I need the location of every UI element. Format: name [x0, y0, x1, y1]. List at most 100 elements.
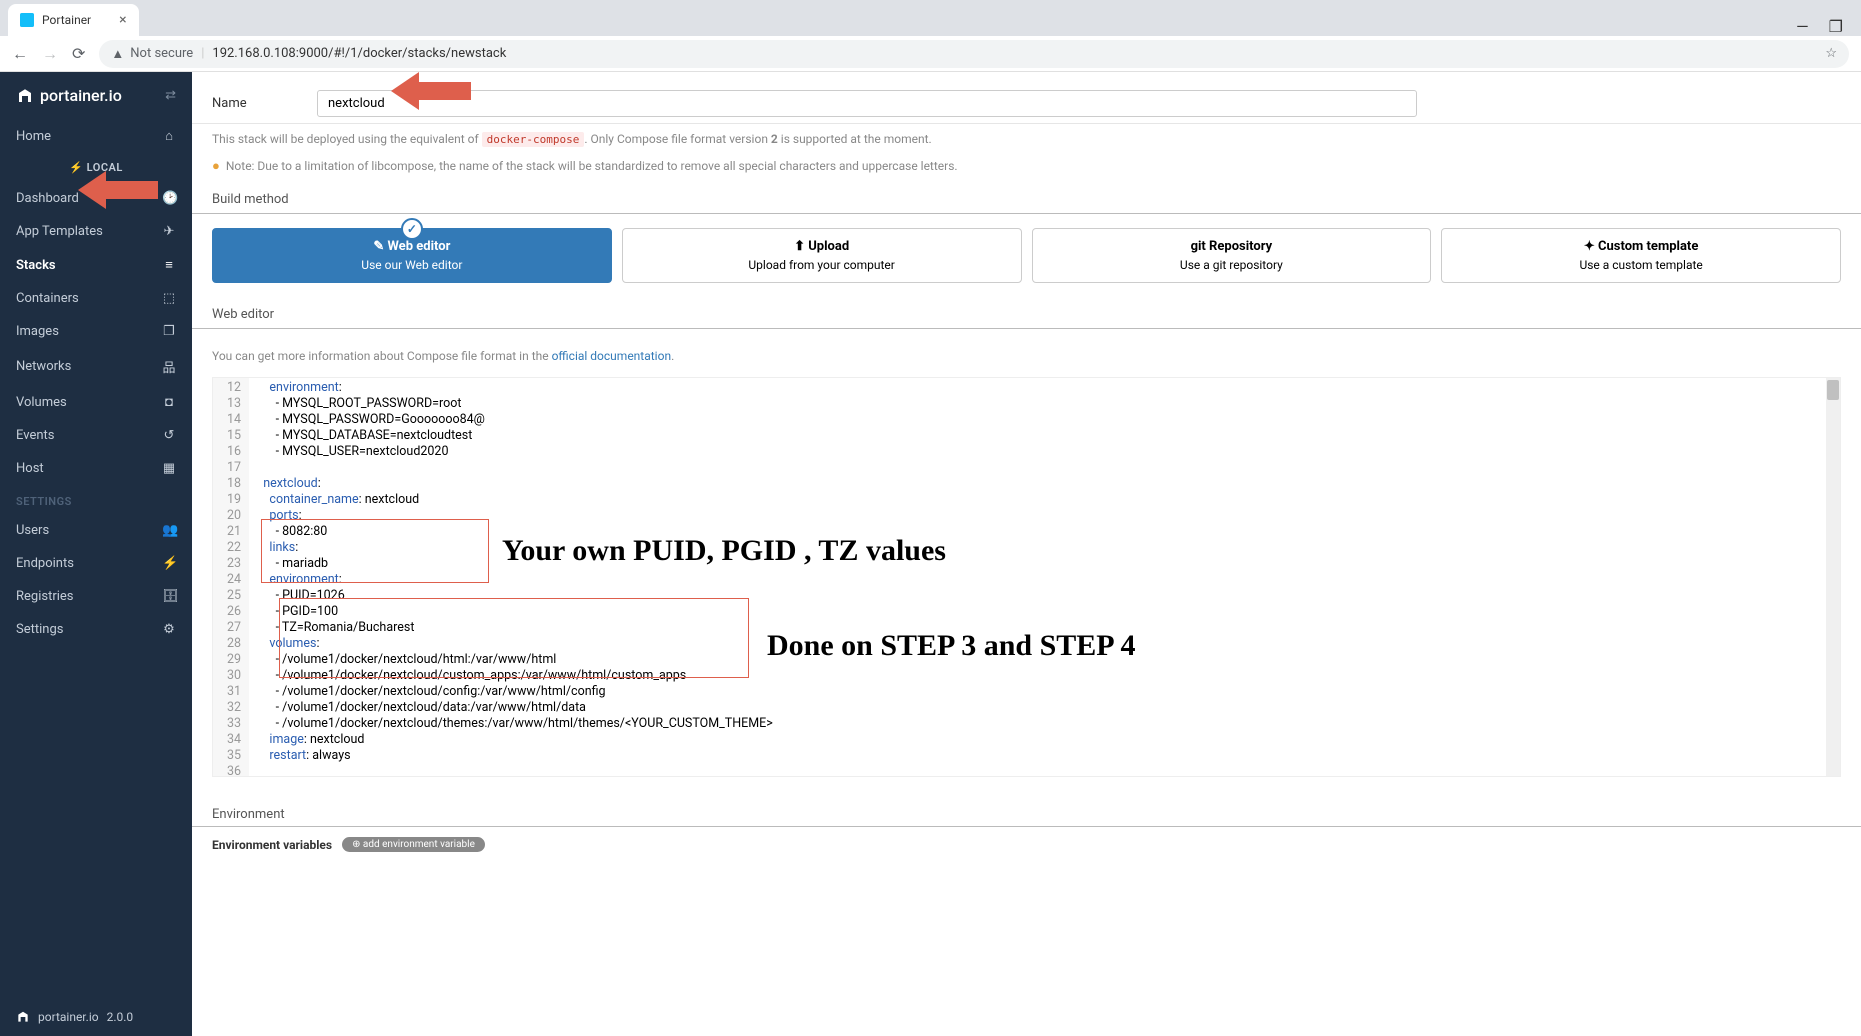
add-env-variable-button[interactable]: ⊕ add environment variable: [342, 837, 485, 852]
sidebar-item-volumes[interactable]: Volumes ◘: [0, 385, 192, 419]
docker-compose-code: docker-compose: [482, 132, 585, 147]
sidebar-item-home[interactable]: Home ⌂: [0, 119, 192, 153]
sidebar: portainer.io ⇄ Home⌂ ⚡ LOCAL Dashboard🕑A…: [0, 72, 192, 1036]
editor-scrollbar[interactable]: [1826, 378, 1840, 776]
sidebar-item-label: Registries: [16, 589, 74, 604]
th-icon: ▦: [162, 461, 176, 476]
limitation-note: ● Note: Due to a limitation of libcompos…: [192, 154, 1861, 186]
sidebar-item-host[interactable]: Host ▦: [0, 452, 192, 485]
build-method-custom-template[interactable]: ✦ Custom templateUse a custom template: [1441, 228, 1841, 283]
sidebar-item-events[interactable]: Events ↺: [0, 419, 192, 452]
minimize-icon[interactable]: —: [1796, 17, 1809, 36]
official-docs-link[interactable]: official documentation: [552, 349, 672, 363]
check-icon: ✓: [401, 218, 423, 240]
method-subtitle: Use a custom template: [1452, 258, 1830, 272]
hdd-icon: ◘: [162, 394, 176, 410]
brand-text: portainer.io: [40, 86, 122, 105]
users-icon: 👥: [162, 523, 176, 538]
annotation-steps: Done on STEP 3 and STEP 4: [767, 629, 1135, 663]
cogs-icon: ⚙: [162, 622, 176, 637]
annotation-puid: Your own PUID, PGID , TZ values: [502, 534, 946, 568]
browser-tab[interactable]: Portainer ×: [8, 4, 139, 36]
warning-icon: ●: [212, 158, 220, 174]
plug-icon: ⚡: [162, 556, 176, 571]
sidebar-item-label: Stacks: [16, 258, 56, 273]
footer-brand: portainer.io: [38, 1010, 99, 1024]
sidebar-item-label: Host: [16, 461, 44, 476]
sidebar-item-label: Events: [16, 428, 54, 443]
warning-icon: ▲: [111, 46, 124, 62]
annotation-arrow-stacks: [78, 169, 158, 211]
main-content: Name This stack will be deployed using t…: [192, 72, 1861, 1036]
line-gutter: 1213141516171819202122232425262728293031…: [213, 378, 249, 776]
address-bar[interactable]: ▲ Not secure | 192.168.0.108:9000/#!/1/d…: [99, 40, 1849, 68]
forward-icon[interactable]: →: [42, 44, 58, 64]
code-content[interactable]: environment: - MYSQL_ROOT_PASSWORD=root …: [249, 378, 1840, 776]
cubes-icon: ⬚: [162, 291, 176, 306]
footer-version: 2.0.0: [107, 1010, 134, 1024]
build-method-header: Build method: [192, 186, 1861, 214]
back-icon[interactable]: ←: [12, 44, 28, 64]
stack-icon: ≡: [162, 257, 176, 273]
security-indicator[interactable]: ▲ Not secure: [111, 46, 193, 62]
sidebar-item-endpoints[interactable]: Endpoints⚡: [0, 547, 192, 580]
sidebar-footer: portainer.io 2.0.0: [0, 998, 192, 1036]
method-subtitle: Use a git repository: [1043, 258, 1421, 272]
sidebar-item-app-templates[interactable]: App Templates ✈: [0, 215, 192, 248]
build-method-web-editor[interactable]: ✓✎ Web editorUse our Web editor: [212, 228, 612, 283]
bookmark-star-icon[interactable]: ☆: [1825, 46, 1837, 61]
history-icon: ↺: [162, 428, 176, 443]
sidebar-item-label: Images: [16, 324, 59, 339]
stack-name-input[interactable]: [317, 90, 1417, 117]
method-title: ⬆ Upload: [633, 239, 1011, 254]
sidebar-item-registries[interactable]: Registries 🗄: [0, 580, 192, 613]
sidebar-item-label: Containers: [16, 291, 79, 306]
tab-title: Portainer: [42, 13, 91, 27]
sidebar-item-images[interactable]: Images ❐: [0, 315, 192, 348]
code-editor[interactable]: 1213141516171819202122232425262728293031…: [212, 377, 1841, 777]
portainer-favicon: [20, 13, 34, 27]
build-method-upload[interactable]: ⬆ Upload Upload from your computer: [622, 228, 1022, 283]
sidebar-item-label: App Templates: [16, 224, 103, 239]
annotation-arrow-name: [391, 72, 471, 112]
maximize-icon[interactable]: ❐: [1829, 17, 1843, 36]
sidebar-item-label: Users: [16, 523, 49, 538]
name-label: Name: [212, 96, 312, 111]
tachometer-icon: 🕑: [162, 191, 176, 206]
web-editor-header: Web editor: [192, 301, 1861, 329]
rocket-icon: ✈: [162, 224, 176, 239]
portainer-logo-icon: [16, 87, 34, 105]
sidebar-item-users[interactable]: Users 👥: [0, 514, 192, 547]
sidebar-toggle-icon[interactable]: ⇄: [165, 88, 176, 103]
brand-logo[interactable]: portainer.io: [16, 86, 122, 105]
build-method-repository[interactable]: git RepositoryUse a git repository: [1032, 228, 1432, 283]
deploy-help-text: This stack will be deployed using the eq…: [192, 124, 1861, 154]
sidebar-item-label: Networks: [16, 359, 71, 374]
home-icon: ⌂: [162, 128, 176, 144]
sidebar-item-label: Dashboard: [16, 191, 79, 206]
sidebar-item-label: Settings: [16, 622, 63, 637]
method-subtitle: Upload from your computer: [633, 258, 1011, 272]
sidebar-item-stacks[interactable]: Stacks ≡: [0, 248, 192, 282]
browser-toolbar: ← → ⟳ ▲ Not secure | 192.168.0.108:9000/…: [0, 36, 1861, 72]
database-icon: 🗄: [162, 589, 176, 604]
build-methods: ✓✎ Web editorUse our Web editor⬆ UploadU…: [192, 228, 1861, 283]
clone-icon: ❐: [162, 324, 176, 339]
brand-header: portainer.io ⇄: [0, 72, 192, 119]
sidebar-item-settings[interactable]: Settings ⚙: [0, 613, 192, 646]
browser-tab-strip: Portainer × — ❐: [0, 0, 1861, 36]
sidebar-item-label: Volumes: [16, 395, 67, 410]
scrollbar-thumb[interactable]: [1827, 380, 1839, 400]
sidebar-item-networks[interactable]: Networks品: [0, 348, 192, 385]
close-tab-icon[interactable]: ×: [119, 12, 126, 28]
url-text: 192.168.0.108:9000/#!/1/docker/stacks/ne…: [212, 46, 506, 61]
method-title: ✎ Web editor: [223, 239, 601, 254]
environment-header: Environment: [192, 797, 1861, 827]
reload-icon[interactable]: ⟳: [72, 44, 85, 63]
sidebar-settings-header: SETTINGS: [0, 485, 192, 514]
sidebar-item-label: Home: [16, 129, 51, 144]
not-secure-label: Not secure: [130, 46, 193, 61]
compose-info: You can get more information about Compo…: [192, 343, 1861, 369]
sidebar-item-containers[interactable]: Containers ⬚: [0, 282, 192, 315]
method-subtitle: Use our Web editor: [223, 258, 601, 272]
